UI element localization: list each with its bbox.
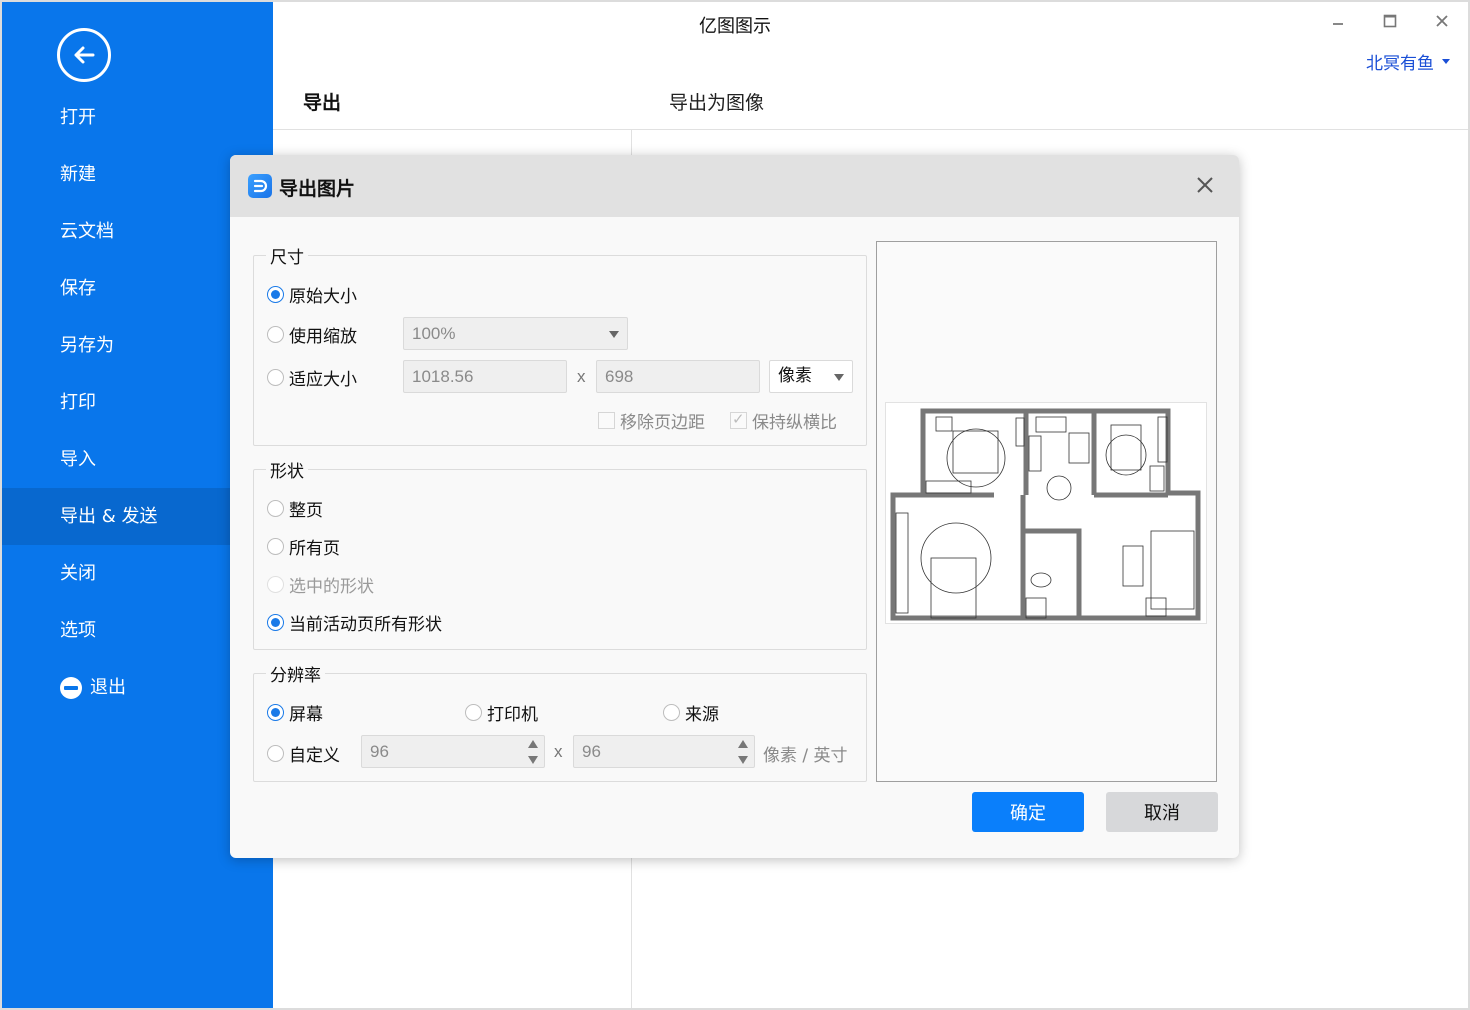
width-value: 1018.56	[412, 367, 474, 386]
remove-margin-checkbox[interactable]: 移除页边距	[598, 408, 705, 433]
maximize-icon	[1383, 14, 1397, 28]
radio-label: 选中的形状	[289, 577, 374, 597]
dpi-unit-label: 像素 / 英寸	[763, 746, 848, 766]
dialog-title: 导出图片	[279, 178, 356, 200]
radio-label: 所有页	[289, 539, 340, 559]
dpi-y-stepper[interactable]: 96	[573, 735, 755, 768]
checkbox[interactable]	[598, 412, 615, 429]
sidebar-item-open[interactable]: 打开	[2, 89, 273, 146]
radio-label: 打印机	[487, 705, 538, 725]
window-controls	[1312, 8, 1468, 34]
radio-current-page-shapes[interactable]: 当前活动页所有形状	[267, 610, 442, 635]
close-icon	[1197, 177, 1213, 193]
radio-screen[interactable]: 屏幕	[267, 700, 323, 725]
radio-label: 当前活动页所有形状	[289, 615, 442, 635]
height-input[interactable]: 698	[596, 360, 760, 393]
radio-whole-page[interactable]: 整页	[267, 496, 323, 521]
size-legend: 尺寸	[270, 248, 304, 268]
radio-button[interactable]	[267, 286, 284, 303]
sidebar-item-label: 导入	[60, 449, 96, 470]
close-icon	[1436, 15, 1448, 27]
maximize-button[interactable]	[1364, 8, 1416, 34]
radio-original-size[interactable]: 原始大小	[267, 282, 357, 307]
export-image-dialog: 导出图片 尺寸 原始大小 使用缩放 100% 适应大小 1018.56 x 69…	[230, 155, 1239, 858]
sidebar-item-label: 云文档	[60, 221, 114, 242]
radio-all-pages[interactable]: 所有页	[267, 534, 340, 559]
dialog-close-button[interactable]	[1193, 173, 1217, 197]
radio-label: 来源	[685, 705, 719, 725]
sidebar-item-label: 打开	[60, 107, 96, 128]
back-button[interactable]	[57, 28, 111, 82]
radio-button[interactable]	[267, 500, 284, 517]
zoom-value: 100%	[412, 324, 456, 343]
ok-button[interactable]: 确定	[972, 792, 1084, 832]
dpi-y-value: 96	[582, 742, 601, 761]
cancel-button[interactable]: 取消	[1106, 792, 1218, 832]
preview-image	[885, 402, 1207, 624]
height-value: 698	[605, 367, 634, 386]
sidebar-item-label: 关闭	[60, 563, 96, 584]
radio-button[interactable]	[465, 704, 482, 721]
radio-button[interactable]	[267, 326, 284, 343]
minus-circle-icon	[60, 676, 82, 699]
sidebar-item-label: 退出	[90, 677, 126, 698]
arrow-left-icon	[74, 46, 95, 64]
section-title: 导出	[303, 92, 342, 114]
sidebar-item-label: 选项	[60, 620, 96, 641]
unit-value: 像素	[778, 366, 812, 386]
radio-button	[267, 576, 284, 593]
resolution-legend: 分辨率	[270, 666, 321, 686]
radio-printer[interactable]: 打印机	[465, 700, 538, 725]
sidebar-item-label: 保存	[60, 278, 96, 299]
sidebar-item-label: 新建	[60, 164, 96, 185]
radio-use-zoom[interactable]: 使用缩放	[267, 322, 357, 347]
width-input[interactable]: 1018.56	[403, 360, 567, 393]
section-header: 导出 导出为图像	[273, 62, 1468, 130]
sidebar-item-label: 另存为	[60, 335, 114, 356]
radio-button[interactable]	[267, 745, 284, 762]
floor-plan-icon	[890, 408, 1201, 621]
spinner-arrows-icon[interactable]	[528, 740, 538, 764]
minimize-button[interactable]	[1312, 8, 1364, 34]
sidebar-item-label: 打印	[60, 392, 96, 413]
radio-label: 原始大小	[289, 287, 357, 307]
app-window: 打开 新建 云文档 保存 另存为 打印 导入 导出 & 发送 关闭 选项 退出 …	[2, 2, 1468, 1008]
zoom-select[interactable]: 100%	[403, 317, 628, 350]
radio-label: 自定义	[289, 746, 340, 766]
caret-down-icon	[834, 374, 844, 381]
caret-down-icon	[609, 331, 619, 338]
radio-fit-size[interactable]: 适应大小	[267, 365, 357, 390]
checkbox-label: 保持纵横比	[752, 413, 837, 433]
checkbox-label: 移除页边距	[620, 413, 705, 433]
radio-button[interactable]	[267, 538, 284, 555]
unit-select[interactable]: 像素	[769, 360, 853, 393]
radio-label: 适应大小	[289, 370, 357, 390]
radio-label: 整页	[289, 501, 323, 521]
radio-label: 使用缩放	[289, 327, 357, 347]
radio-button[interactable]	[267, 614, 284, 631]
dpi-x-stepper[interactable]: 96	[361, 735, 545, 768]
keep-aspect-ratio-checkbox[interactable]: 保持纵横比	[730, 408, 837, 433]
radio-selected-shapes: 选中的形状	[267, 572, 374, 597]
radio-button[interactable]	[663, 704, 680, 721]
radio-custom[interactable]: 自定义	[267, 741, 340, 766]
close-window-button[interactable]	[1416, 8, 1468, 34]
app-logo-icon	[248, 174, 272, 198]
dialog-header: 导出图片	[230, 155, 1239, 217]
x-separator: x	[554, 742, 563, 761]
dpi-x-value: 96	[370, 742, 389, 761]
shape-legend: 形状	[270, 462, 304, 482]
minimize-icon	[1333, 23, 1343, 25]
checkbox[interactable]	[730, 410, 747, 429]
sidebar-item-label: 导出 & 发送	[60, 506, 158, 527]
spinner-arrows-icon[interactable]	[738, 740, 748, 764]
preview-panel	[876, 241, 1217, 782]
subsection-title: 导出为图像	[669, 92, 765, 114]
radio-button[interactable]	[267, 369, 284, 386]
radio-source[interactable]: 来源	[663, 700, 719, 725]
x-separator: x	[577, 367, 586, 386]
radio-label: 屏幕	[289, 705, 323, 725]
radio-button[interactable]	[267, 704, 284, 721]
